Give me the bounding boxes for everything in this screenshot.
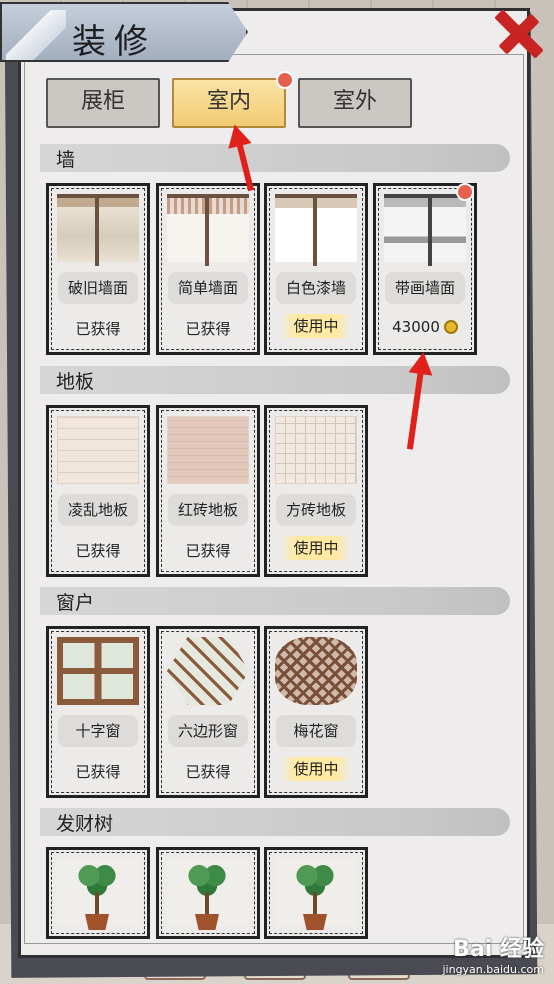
- pot-icon: [195, 914, 219, 930]
- section-title: 窗户: [56, 592, 95, 614]
- section-title: 墙: [56, 149, 76, 171]
- section-header-floor: 地板: [40, 366, 510, 394]
- in-use-badge: 使用中: [281, 757, 351, 781]
- card-tree-3[interactable]: [264, 847, 368, 939]
- coin-icon: [443, 320, 458, 334]
- card-floor-square[interactable]: 方砖地板 使用中: [264, 405, 368, 577]
- in-use-badge: 使用中: [281, 314, 351, 338]
- leaf-icon: [77, 862, 117, 896]
- trunk: [95, 892, 99, 916]
- card-floor-brick[interactable]: 红砖地板 已获得: [156, 405, 260, 577]
- item-name: 方砖地板: [276, 494, 356, 526]
- price-value: 43000: [392, 318, 440, 336]
- wall-thumbnail: [167, 194, 249, 266]
- trunk: [205, 892, 209, 916]
- section-header-wall: 墙: [40, 144, 510, 172]
- card-tree-1[interactable]: [46, 847, 150, 939]
- wall-thumbnail: [275, 194, 357, 266]
- mountain-icon: [6, 10, 66, 60]
- pot-icon: [85, 914, 109, 930]
- card-wall-simple[interactable]: 简单墙面 已获得: [156, 183, 260, 355]
- item-name: 简单墙面: [168, 272, 248, 304]
- section-title: 地板: [56, 371, 95, 393]
- item-name: 十字窗: [58, 715, 138, 747]
- wall-thumbnail: [57, 194, 139, 266]
- card-wall-white[interactable]: 白色漆墙 使用中: [264, 183, 368, 355]
- watermark-brand: Bai 经验: [453, 937, 544, 962]
- watermark: Bai 经验 jingyan.baidu.com: [442, 931, 544, 976]
- leaf-icon: [295, 862, 335, 896]
- item-name: 白色漆墙: [276, 272, 356, 304]
- tab-showcase[interactable]: 展柜: [46, 78, 160, 128]
- new-badge: [456, 183, 474, 201]
- item-name: 六边形窗: [168, 715, 248, 747]
- item-status: 已获得: [185, 542, 231, 560]
- card-wall-old[interactable]: 破旧墙面 已获得: [46, 183, 150, 355]
- item-name: 凌乱地板: [58, 494, 138, 526]
- floor-thumbnail: [275, 416, 357, 484]
- item-status: 已获得: [75, 320, 121, 338]
- wall-thumbnail: [384, 194, 466, 266]
- new-badge: [276, 71, 294, 89]
- item-name: 破旧墙面: [58, 272, 138, 304]
- card-tree-2[interactable]: [156, 847, 260, 939]
- section-title: 发财树: [56, 813, 114, 835]
- trunk: [313, 892, 317, 916]
- item-price: 43000: [376, 318, 474, 336]
- item-status: 已获得: [185, 763, 231, 781]
- tab-indoor[interactable]: 室内: [172, 78, 286, 128]
- close-button[interactable]: [486, 0, 550, 64]
- item-status: 已获得: [75, 542, 121, 560]
- card-window-cross[interactable]: 十字窗 已获得: [46, 626, 150, 798]
- card-window-plum[interactable]: 梅花窗 使用中: [264, 626, 368, 798]
- section-header-window: 窗户: [40, 587, 510, 615]
- in-use-badge: 使用中: [281, 536, 351, 560]
- page-title: 装修: [72, 22, 156, 62]
- card-floor-messy[interactable]: 凌乱地板 已获得: [46, 405, 150, 577]
- card-wall-painted[interactable]: 带画墙面 43000: [373, 183, 477, 355]
- item-name: 梅花窗: [276, 715, 356, 747]
- money-tree-thumbnail: [57, 858, 139, 930]
- item-name: 红砖地板: [168, 494, 248, 526]
- floor-thumbnail: [57, 416, 139, 484]
- window-thumbnail: [57, 637, 139, 705]
- leaf-icon: [187, 862, 227, 896]
- item-name: 带画墙面: [385, 272, 465, 304]
- card-window-hexagon[interactable]: 六边形窗 已获得: [156, 626, 260, 798]
- window-thumbnail: [167, 637, 249, 705]
- watermark-url: jingyan.baidu.com: [442, 963, 544, 976]
- money-tree-thumbnail: [167, 858, 249, 930]
- title-banner: 装修: [0, 2, 248, 62]
- section-header-money-tree: 发财树: [40, 808, 510, 836]
- item-status: 已获得: [185, 320, 231, 338]
- item-status: 已获得: [75, 763, 121, 781]
- tab-outdoor[interactable]: 室外: [298, 78, 412, 128]
- pot-icon: [303, 914, 327, 930]
- floor-thumbnail: [167, 416, 249, 484]
- window-thumbnail: [275, 637, 357, 705]
- money-tree-thumbnail: [275, 858, 357, 930]
